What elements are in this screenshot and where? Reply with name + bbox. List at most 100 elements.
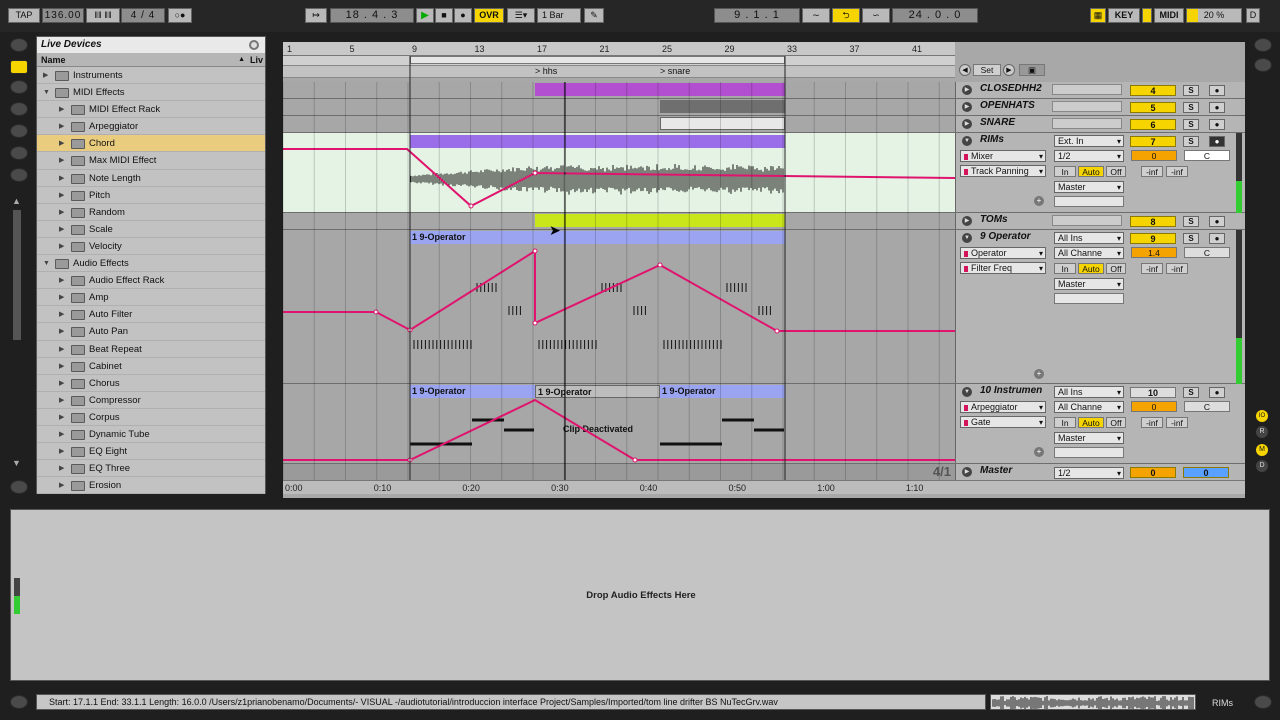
track-lane[interactable] [283,82,955,98]
device-chooser[interactable]: Mixer [960,150,1046,162]
input-channel-chooser[interactable]: All Channe [1054,247,1124,259]
grid-fraction-label[interactable]: 4/1 [933,464,951,479]
automation-breakpoint[interactable] [468,203,474,209]
session-view-icon[interactable] [1254,58,1272,72]
monitor-auto-button[interactable]: Auto [1078,166,1104,177]
browser-scrollbar[interactable] [13,210,21,340]
track-name[interactable]: 10 Instrumen [980,385,1042,396]
automation-breakpoint[interactable] [532,320,538,326]
monitor-in-button[interactable]: In [1054,166,1076,177]
collapsed-arrow-icon[interactable]: ▶ [59,238,64,255]
input-type-chooser[interactable]: All Ins [1054,386,1124,398]
browser-item[interactable]: ▶ Chord [37,135,265,153]
track-toms[interactable]: ▶ TOMs [283,213,1245,230]
solo-button[interactable]: S [1183,119,1199,130]
collapsed-arrow-icon[interactable]: ▶ [43,67,48,84]
track-header[interactable]: ▼ 9 Operator Operator Filter Freq + All … [955,230,1245,383]
time-signature-field[interactable]: 4 / 4 [121,8,165,23]
pan-field[interactable]: C [1184,247,1230,258]
output-channel-slot[interactable] [1054,293,1124,304]
fold-icon[interactable]: ▶ [962,102,972,112]
track-name[interactable]: RIMs [980,134,1004,145]
arm-button[interactable]: ● [1209,119,1225,130]
bar-ruler[interactable]: 1 5 9 13 17 21 25 29 33 37 41 [283,42,955,56]
clips-icon[interactable] [10,102,28,116]
browser-item[interactable]: ▶ Beat Repeat [37,341,265,358]
master-volume-field[interactable]: 0 [1130,467,1176,478]
track-lane[interactable] [283,99,955,115]
punch-out-icon[interactable]: ∽ [862,8,890,23]
track-9-operator[interactable]: 1 9-Operator ▼ 9 Operator Operator Filte… [283,230,1245,384]
delay-indicator-icon[interactable]: D [1256,460,1268,472]
fold-icon[interactable]: ▶ [962,467,972,477]
browser-item[interactable]: ▶ Compressor [37,392,265,409]
io-toggle-icon[interactable]: ▣ [1019,64,1045,76]
track-name[interactable]: 9 Operator [980,231,1031,242]
volume-field[interactable]: 1.4 [1131,247,1177,258]
track-name[interactable]: TOMs [980,214,1008,225]
input-channel-chooser[interactable]: All Channe [1054,401,1124,413]
automation-breakpoint[interactable] [407,327,413,333]
monitor-in-button[interactable]: In [1054,417,1076,428]
quantize-dropdown[interactable]: 1 Bar [537,8,581,23]
key-map-button[interactable]: KEY [1108,8,1140,23]
add-lane-icon[interactable]: + [1034,196,1044,206]
tap-button[interactable]: TAP [8,8,40,23]
browser-item[interactable]: ▶ Audio Effect Rack [37,272,265,290]
track-rims[interactable]: ▼ RIMs Mixer Track Panning + Ext. In 1/2… [283,133,1245,213]
collapsed-arrow-icon[interactable]: ▶ [59,135,64,152]
follow-button[interactable]: ↦ [305,8,327,23]
track-number[interactable]: 7 [1130,136,1176,147]
clip-slot[interactable] [1052,118,1122,129]
packs-icon[interactable] [10,146,28,160]
time-ruler[interactable]: 0:00 0:10 0:20 0:30 0:40 0:50 1:00 1:10 [283,480,1245,494]
track-number[interactable]: 10 [1130,387,1176,398]
browser-item[interactable]: ▶ Note Length [37,170,265,187]
loop-brace[interactable] [410,56,785,64]
solo-button[interactable]: S [1183,136,1199,147]
track-number[interactable]: 6 [1130,119,1176,130]
automation-breakpoint[interactable] [774,328,780,334]
peak-level-right[interactable]: -inf [1166,263,1188,274]
arm-button[interactable]: ● [1209,136,1225,147]
track-number[interactable]: 8 [1130,216,1176,227]
locator-snare[interactable]: > snare [660,66,690,76]
track-name[interactable]: Master [980,465,1012,476]
monitor-in-button[interactable]: In [1054,263,1076,274]
unfold-icon[interactable]: ▼ [962,136,972,146]
automation-line[interactable] [283,398,955,461]
collapsed-arrow-icon[interactable]: ▶ [59,341,64,358]
collapsed-arrow-icon[interactable]: ▶ [59,204,64,221]
track-header[interactable]: ▼ RIMs Mixer Track Panning + Ext. In 1/2… [955,133,1245,212]
peak-level-left[interactable]: -inf [1141,263,1163,274]
loop-length-field[interactable]: 24 . 0 . 0 [892,8,978,23]
collapsed-arrow-icon[interactable]: ▶ [59,443,64,460]
collapsed-arrow-icon[interactable]: ▶ [59,289,64,306]
collapsed-arrow-icon[interactable]: ▶ [59,118,64,135]
browser-options-icon[interactable] [249,40,259,50]
track-snare[interactable]: ▶ SNARE [283,116,1245,133]
control-chooser[interactable]: Filter Freq [960,262,1046,274]
clip-slot[interactable] [1052,84,1122,95]
track-lane[interactable]: 1 9-Operator [283,230,955,383]
browser-item[interactable]: ▶ Auto Pan [37,323,265,341]
io-indicator-icon[interactable]: IO [1256,410,1268,422]
places-icon[interactable] [10,168,28,182]
monitor-off-button[interactable]: Off [1106,166,1126,177]
output-channel-slot[interactable] [1054,196,1124,207]
track-name[interactable]: OPENHATS [980,100,1035,111]
pan-field[interactable]: C [1184,401,1230,412]
automation-breakpoint[interactable] [532,248,538,254]
collapsed-arrow-icon[interactable]: ▶ [59,101,64,118]
track-lane[interactable] [283,133,956,212]
key-map-icon[interactable]: ▦ [1090,8,1106,23]
live-devices-icon[interactable] [10,60,28,74]
arm-button[interactable]: ● [1209,233,1225,244]
track-closedhh2[interactable]: ▶ CLOSEDHH2 [283,82,1245,99]
track-header[interactable]: ▶ OPENHATS [955,99,1245,115]
track-openhats[interactable]: ▶ OPENHATS [283,99,1245,116]
output-channel-slot[interactable] [1054,447,1124,458]
add-lane-icon[interactable]: + [1034,447,1044,457]
expanded-arrow-icon[interactable]: ▼ [43,84,50,101]
browser-item[interactable]: ▶ EQ Three [37,460,265,478]
